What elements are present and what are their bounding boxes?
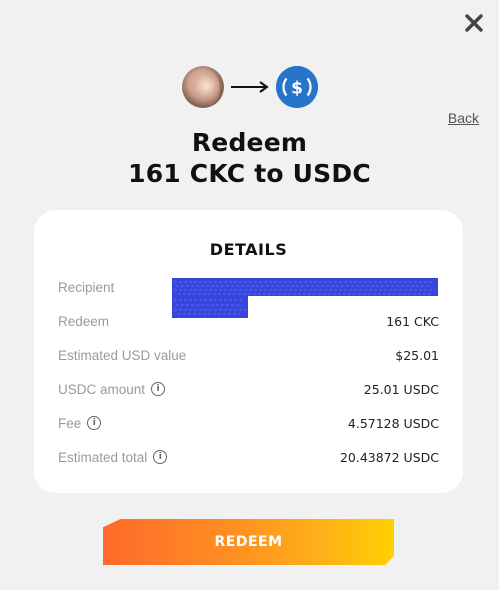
fee-value: 4.57128 USDC <box>347 415 439 431</box>
conversion-hero: $ <box>0 64 499 110</box>
usd-value-value: $25.01 <box>395 347 439 363</box>
estimated-total-label: Estimated total <box>58 449 148 465</box>
usdc-amount-label: USDC amount <box>58 381 146 397</box>
redaction-scribble <box>172 278 438 318</box>
redeem-label: Redeem <box>58 313 110 329</box>
usdc-amount-row: USDC amount i 25.01 USDC <box>58 378 439 400</box>
fee-row: Fee i 4.57128 USDC <box>58 412 439 434</box>
fee-label: Fee <box>58 415 82 431</box>
close-icon[interactable] <box>463 12 485 34</box>
estimated-total-row: Estimated total i 20.43872 USDC <box>58 446 439 468</box>
details-heading: DETAILS <box>209 240 288 259</box>
usd-value-label: Estimated USD value <box>58 347 187 363</box>
svg-text:$: $ <box>291 79 303 99</box>
back-link[interactable]: Back <box>448 110 479 126</box>
usdc-icon: $ <box>275 66 318 108</box>
avatar <box>181 66 224 108</box>
usdc-amount-value: 25.01 USDC <box>363 381 439 397</box>
redeem-button[interactable]: REDEEM <box>103 519 394 565</box>
estimated-total-value: 20.43872 USDC <box>339 449 439 465</box>
title-line-2: 161 CKC to USDC <box>128 159 371 188</box>
info-icon[interactable]: i <box>153 450 168 464</box>
info-icon[interactable]: i <box>87 416 102 430</box>
arrow-right-icon <box>230 81 269 93</box>
details-card: DETAILS Recipient Redeem 161 CKC Estimat… <box>34 210 463 493</box>
page-title: Redeem 161 CKC to USDC <box>0 128 499 190</box>
info-icon[interactable]: i <box>151 382 166 396</box>
recipient-label: Recipient <box>58 279 115 295</box>
title-line-1: Redeem <box>191 128 308 157</box>
usd-value-row: Estimated USD value $25.01 <box>58 344 439 366</box>
